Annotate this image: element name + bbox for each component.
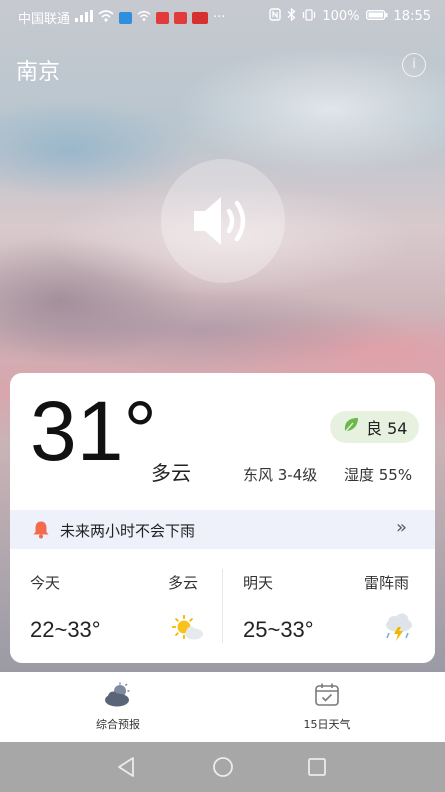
current-temperature: 31° [30, 384, 158, 478]
wind-info: 东风 3-4级 [243, 466, 318, 484]
voice-broadcast-button[interactable] [161, 159, 285, 283]
info-icon[interactable]: i [402, 53, 426, 77]
leaf-icon [342, 416, 360, 438]
nav-label-15-day: 15日天气 [303, 718, 351, 731]
status-left: 中国联通 ··· [18, 8, 225, 27]
app-notification-icon-3 [192, 11, 209, 24]
status-bar: 中国联通 ··· 100% 18:55 [0, 0, 445, 32]
bottom-navigation: 综合预报 15日天气 [0, 672, 445, 742]
nav-15-day-weather[interactable]: 15日天气 [267, 682, 387, 732]
tomorrow-label: 明天 [243, 574, 274, 592]
wifi-icon-2 [137, 10, 151, 25]
app-notification-icon [156, 11, 170, 24]
current-condition: 多云 [151, 461, 191, 485]
humidity-info: 湿度 55% [344, 466, 413, 484]
sun-cloud-icon [170, 613, 204, 647]
weather-app-icon [119, 11, 133, 24]
rain-alert-bar[interactable]: 未来两小时不会下雨 » [10, 510, 435, 549]
back-icon[interactable] [116, 756, 136, 782]
rain-alert-text: 未来两小时不会下雨 [60, 522, 196, 540]
wifi-icon [98, 10, 114, 25]
system-navigation-bar [0, 742, 445, 792]
nfc-icon [269, 8, 282, 24]
signal-icon [75, 10, 94, 25]
carrier-label: 中国联通 [18, 12, 71, 27]
today-temp-range: 22~33° [30, 617, 101, 642]
status-right: 100% 18:55 [269, 7, 431, 24]
today-condition: 多云 [168, 574, 199, 592]
forecast-divider [222, 569, 223, 643]
thunderstorm-icon [382, 613, 416, 647]
recent-apps-icon[interactable] [307, 757, 327, 781]
partly-cloudy-icon [103, 682, 133, 712]
bell-icon [32, 520, 50, 543]
nav-comprehensive-forecast[interactable]: 综合预报 [58, 682, 178, 732]
nav-label-comprehensive: 综合预报 [96, 718, 140, 731]
calendar-icon [314, 683, 340, 712]
battery-icon [365, 9, 388, 24]
city-name[interactable]: 南京 [16, 54, 60, 86]
tomorrow-temp-range: 25~33° [243, 617, 314, 642]
clock-time: 18:55 [393, 8, 431, 24]
weather-card: 31° 多云 良 54 东风 3-4级 湿度 55% 未来两小时不会下雨 » 今… [10, 373, 435, 663]
tomorrow-condition: 雷阵雨 [364, 574, 410, 592]
aqi-label: 良 54 [366, 419, 408, 438]
more-notifications: ··· [213, 10, 226, 25]
double-chevron-icon: » [396, 517, 407, 538]
bluetooth-icon [287, 7, 296, 24]
vibrate-icon [302, 8, 316, 24]
aqi-badge[interactable]: 良 54 [330, 411, 420, 443]
app-notification-icon-2 [174, 11, 188, 24]
home-icon[interactable] [212, 756, 234, 782]
today-label: 今天 [30, 574, 61, 592]
battery-percent: 100% [322, 8, 360, 24]
